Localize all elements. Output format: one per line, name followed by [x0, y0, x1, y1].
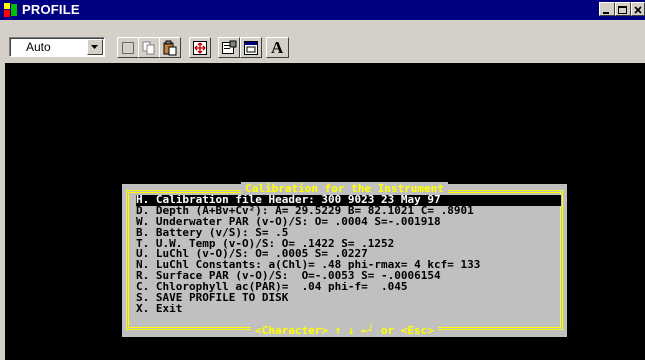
menu-item[interactable]: B. Battery (v/S): S= .5 — [136, 228, 561, 239]
menu-item-selected[interactable]: H. Calibration file Header: 300 9023 23 … — [136, 195, 561, 206]
background-button[interactable] — [240, 37, 262, 58]
menu-item[interactable]: W. Underwater PAR (v-O)/S: O= .0004 S=-.… — [136, 217, 561, 228]
menu-item[interactable]: S. SAVE PROFILE TO DISK — [136, 293, 561, 304]
title-bar: PROFILE — [0, 0, 645, 20]
maximize-button[interactable] — [615, 2, 631, 16]
font-size-select[interactable]: Auto — [9, 37, 105, 57]
font-size-value: Auto — [26, 40, 51, 54]
chevron-down-icon — [91, 45, 98, 49]
menu-item[interactable]: D. Depth (A+Bv+Cv²): A= 29.5229 B= 82.10… — [136, 206, 561, 217]
dialog-footer-hint: <Character> ↑ ↓ ←┘ or <Esc> — [122, 324, 567, 337]
console-window[interactable]: Calibration for the Instrument H. Calibr… — [5, 63, 645, 360]
menu-item[interactable]: C. Chlorophyll ac(PAR)= .04 phi-f= .045 — [136, 282, 561, 293]
minimize-button[interactable] — [599, 2, 615, 16]
paste-button[interactable] — [159, 37, 181, 58]
copy-icon — [142, 41, 155, 55]
calibration-menu: H. Calibration file Header: 300 9023 23 … — [136, 195, 561, 315]
menu-item[interactable]: T. U.W. Temp (v-O)/S: O= .1422 S= .1252 — [136, 239, 561, 250]
close-icon — [634, 6, 642, 14]
paste-icon — [163, 40, 177, 56]
properties-button[interactable] — [218, 37, 240, 58]
font-icon: A — [271, 38, 284, 57]
dialog-title: Calibration for the Instrument — [122, 182, 567, 195]
window-title: PROFILE — [22, 2, 80, 17]
menu-item[interactable]: R. Surface PAR (v-O)/S: O=-.0053 S= -.00… — [136, 271, 561, 282]
maximize-icon — [618, 6, 627, 14]
calibration-dialog: Calibration for the Instrument H. Calibr… — [122, 182, 567, 337]
fullscreen-button[interactable] — [189, 37, 211, 58]
background-icon — [244, 41, 258, 55]
fullscreen-icon — [193, 41, 207, 55]
app-icon[interactable] — [3, 2, 19, 18]
dropdown-button[interactable] — [87, 39, 103, 55]
menu-item[interactable]: U. LuChl (v-O)/S: O= .0005 S= .0227 — [136, 249, 561, 260]
copy-button[interactable] — [138, 37, 160, 58]
mark-icon — [122, 42, 134, 54]
minimize-icon — [603, 12, 609, 14]
mark-button[interactable] — [117, 37, 139, 58]
properties-icon — [222, 40, 237, 54]
close-button[interactable] — [631, 2, 645, 16]
font-button[interactable]: A — [266, 37, 289, 58]
menu-item[interactable]: N. LuChl Constants: a(Chl)= .48 phi-rmax… — [136, 260, 561, 271]
menu-item[interactable]: X. Exit — [136, 304, 561, 315]
